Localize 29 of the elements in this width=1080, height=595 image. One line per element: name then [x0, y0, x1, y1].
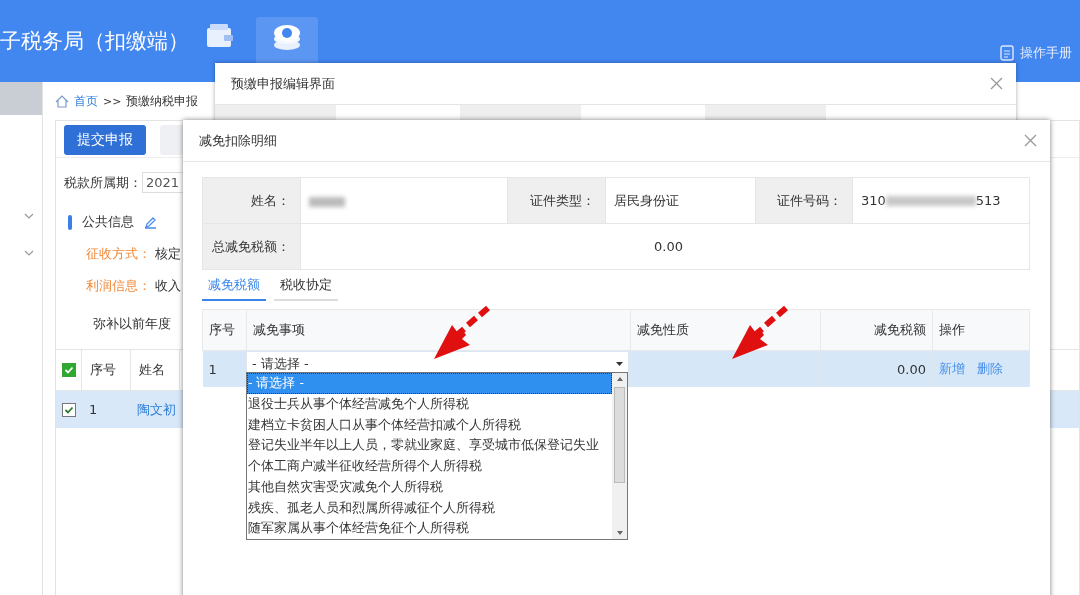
dialog-title: 预缴申报编辑界面: [231, 74, 335, 93]
table-cell: 0.00: [820, 350, 933, 387]
column-header: 操作: [932, 309, 1030, 351]
info-label: 征收方式：: [86, 246, 151, 261]
note-text: 弥补以前年度: [93, 315, 171, 333]
period-label: 税款所属期：: [64, 173, 142, 192]
id-number-end: 513: [975, 193, 1001, 208]
total-value: 0.00: [654, 239, 683, 254]
column-header: 减免性质: [630, 309, 821, 351]
column-header: 姓名: [131, 350, 180, 390]
app-title: 子税务局（扣缴端）: [0, 28, 190, 55]
breadcrumb-current: 预缴纳税申报: [126, 92, 199, 110]
info-value: 收入: [155, 278, 182, 293]
id-type-label: 证件类型：: [507, 177, 606, 224]
column-header: 序号: [82, 350, 131, 390]
info-value: 核定: [155, 246, 182, 261]
id-number-start: 310: [861, 193, 886, 208]
name-label: 姓名：: [202, 177, 301, 224]
id-number-label: 证件号码：: [755, 177, 853, 224]
column-header: 序号: [202, 309, 247, 351]
column-header: 减免税额: [820, 309, 933, 351]
column-header: 减免事项: [246, 309, 631, 351]
total-label: 总减免税额：: [202, 223, 301, 270]
table-cell-text: 1: [88, 402, 99, 417]
id-type-value: 居民身份证: [605, 177, 756, 224]
info-label: 利润信息：: [86, 278, 151, 293]
section-title: 公共信息: [82, 213, 134, 231]
breadcrumb-separator: >>: [103, 94, 122, 108]
dialog-title: 减免扣除明细: [199, 131, 277, 150]
